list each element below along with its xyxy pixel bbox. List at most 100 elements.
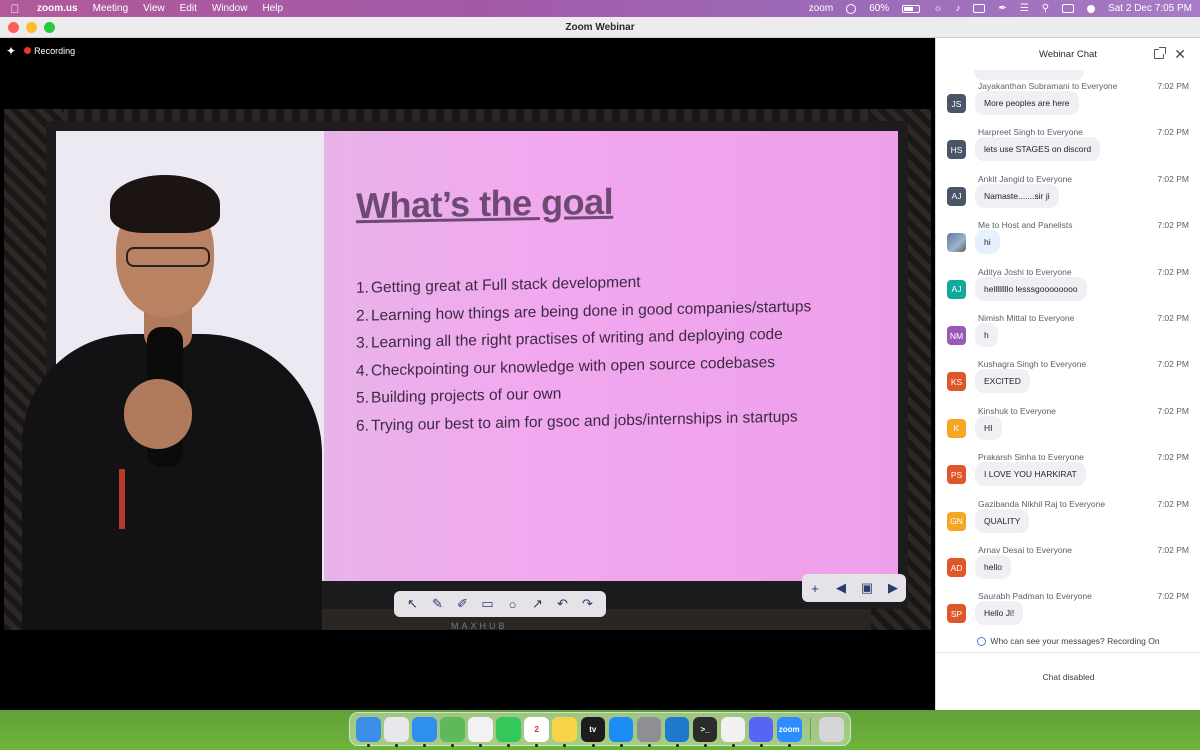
close-window-button[interactable] (8, 22, 19, 33)
menu-view[interactable]: View (143, 3, 165, 14)
vscode-app[interactable] (664, 716, 690, 747)
sparkle-icon[interactable]: ✦ (6, 44, 16, 58)
chat-privacy-notice[interactable]: Who can see your messages? Recording On (936, 636, 1200, 646)
maps-app[interactable] (440, 716, 465, 747)
display-icon[interactable] (973, 4, 986, 13)
board-brand: MAXHUB (451, 621, 508, 630)
menu-edit[interactable]: Edit (180, 3, 197, 14)
chrome-app[interactable] (720, 716, 746, 747)
recording-indicator: ✦ Recording (6, 44, 75, 58)
avatar[interactable]: K (947, 418, 966, 438)
launchpad-app[interactable] (384, 716, 409, 747)
chat-message[interactable]: Gazibanda Nikhil Raj to Everyone 7:02 PM G… (936, 497, 1200, 544)
chat-message[interactable]: Kinshuk to Everyone 7:02 PM K HI (936, 404, 1200, 451)
board-annotation-toolbar: ↖ ✎ ✐ ▭ ○ ↗ ↶ ↷ (394, 591, 606, 617)
avatar[interactable]: AJ (947, 186, 966, 206)
close-icon[interactable]: ✕ (1174, 47, 1186, 61)
menu-clock[interactable]: Sat 2 Dec 7:05 PM (1108, 3, 1192, 14)
avatar[interactable]: GN (947, 511, 966, 531)
message-time: 7:02 PM (1157, 127, 1189, 138)
menu-meeting[interactable]: Meeting (93, 3, 129, 14)
prev-page-icon: ◀ (836, 580, 846, 595)
message-bubble[interactable]: HI (975, 415, 1002, 440)
slide-goal-list: 1. Getting great at Full stack developmen… (356, 270, 811, 445)
zoom-status-item[interactable]: zoom (809, 3, 833, 14)
search-icon[interactable]: ⚲ (1042, 3, 1049, 14)
chat-message[interactable]: Ankit Jangid to Everyone 7:02 PM AJ Namaste… (936, 172, 1200, 219)
notes-app[interactable] (552, 716, 577, 747)
webinar-chat-panel: Webinar Chat ✕ Jayakanthan Subramani to … (935, 38, 1200, 710)
volume-icon[interactable]: ♪ (955, 3, 960, 14)
message-bubble[interactable]: hi (975, 230, 1000, 255)
menu-app-name[interactable]: zoom.us (37, 3, 78, 14)
user-icon[interactable] (1087, 4, 1096, 13)
zoom-app[interactable]: zoom (776, 716, 802, 747)
maximize-window-button[interactable] (44, 22, 55, 33)
message-bubble[interactable]: hellllllllo lesssgoooooooo (975, 276, 1087, 301)
chat-message[interactable]: Saurabh Padman to Everyone 7:02 PM SP Hello… (936, 589, 1200, 630)
running-indicator (535, 743, 539, 747)
play-status-icon[interactable] (846, 3, 857, 14)
minimize-window-button[interactable] (26, 22, 37, 33)
avatar[interactable]: PS (947, 465, 966, 485)
popout-icon[interactable] (1154, 47, 1167, 59)
facetime-app[interactable] (496, 716, 521, 747)
app-store-app[interactable] (608, 716, 634, 747)
divider (936, 652, 1200, 653)
pen-icon[interactable]: ✒ (998, 3, 1006, 14)
presenter-hand (124, 379, 192, 449)
system-settings-app[interactable] (636, 716, 662, 747)
control-center-icon[interactable] (1062, 4, 1075, 13)
terminal-app[interactable]: >_ (692, 716, 718, 747)
message-bubble[interactable]: QUALITY (975, 508, 1030, 533)
chat-message[interactable]: Aditya Joshi to Everyone 7:02 PM AJ helllll… (936, 265, 1200, 312)
calendar-app[interactable]: 2 (524, 716, 549, 747)
avatar[interactable]: AJ (947, 279, 966, 299)
avatar[interactable]: JS (947, 94, 966, 113)
message-bubble[interactable]: Namaste.......sir ji (975, 183, 1059, 208)
avatar[interactable]: KS (947, 372, 966, 392)
wifi-icon[interactable]: ☰ (1020, 3, 1029, 14)
menu-window[interactable]: Window (212, 3, 248, 14)
eraser-icon: ▭ (481, 596, 494, 611)
menu-help[interactable]: Help (262, 3, 283, 14)
message-bubble[interactable]: Hello Ji! (975, 601, 1024, 626)
running-indicator (647, 743, 651, 747)
video-area[interactable]: ✦ Recording What’s the goal 1. Getting gr… (0, 38, 935, 710)
chat-message[interactable]: Kushagra Singh to Everyone 7:02 PM KS EXCIT… (936, 357, 1200, 404)
chat-message-list[interactable]: Jayakanthan Subramani to Everyone 7:02 PM… (936, 70, 1200, 630)
undo-icon: ↶ (557, 596, 568, 611)
message-bubble[interactable]: EXCITED (975, 369, 1030, 394)
redo-icon: ↷ (582, 596, 593, 611)
message-bubble[interactable]: More peoples are here (975, 91, 1079, 115)
avatar[interactable]: SP (947, 604, 966, 624)
chat-message[interactable]: Jayakanthan Subramani to Everyone 7:02 PM… (936, 79, 1200, 126)
tv-app[interactable]: tv (580, 716, 606, 747)
message-sender: Aditya Joshi to Everyone (978, 266, 1072, 277)
avatar[interactable]: HS (947, 140, 966, 160)
chat-message[interactable]: Nimish Mittal to Everyone 7:02 PM NM h (936, 311, 1200, 358)
safari-app[interactable] (412, 716, 437, 747)
message-bubble[interactable]: I LOVE YOU HARKIRAT (975, 462, 1086, 487)
chat-title: Webinar Chat (1039, 48, 1097, 60)
message-sender: Kushagra Singh to Everyone (978, 359, 1087, 370)
window-controls (8, 22, 55, 33)
privacy-notice-text[interactable]: Who can see your messages? Recording On (990, 636, 1159, 646)
photos-app[interactable] (468, 716, 493, 747)
chat-message[interactable]: Prakarsh Sinha to Everyone 7:02 PM PS I LOV… (936, 450, 1200, 497)
avatar[interactable]: NM (947, 326, 966, 345)
message-bubble[interactable]: hello (975, 555, 1011, 579)
chat-message[interactable]: Harpreet Singh to Everyone 7:02 PM HS lets … (936, 125, 1200, 172)
chat-message[interactable]: Arnav Desai to Everyone 7:02 PM AD hello (936, 543, 1200, 590)
message-bubble[interactable]: lets use STAGES on discord (975, 137, 1101, 162)
brightness-icon[interactable]: ☼ (933, 3, 942, 14)
avatar[interactable] (947, 233, 966, 253)
message-bubble[interactable]: h (975, 323, 998, 347)
battery-icon[interactable] (902, 4, 921, 13)
avatar[interactable]: AD (947, 558, 966, 577)
chat-message[interactable]: Me to Host and Panelists 7:02 PM hi (936, 218, 1200, 265)
trash-app[interactable] (819, 716, 845, 742)
apple-menu-icon[interactable]:  (8, 2, 22, 16)
discord-app[interactable] (748, 716, 774, 747)
finder-app[interactable] (356, 716, 381, 747)
